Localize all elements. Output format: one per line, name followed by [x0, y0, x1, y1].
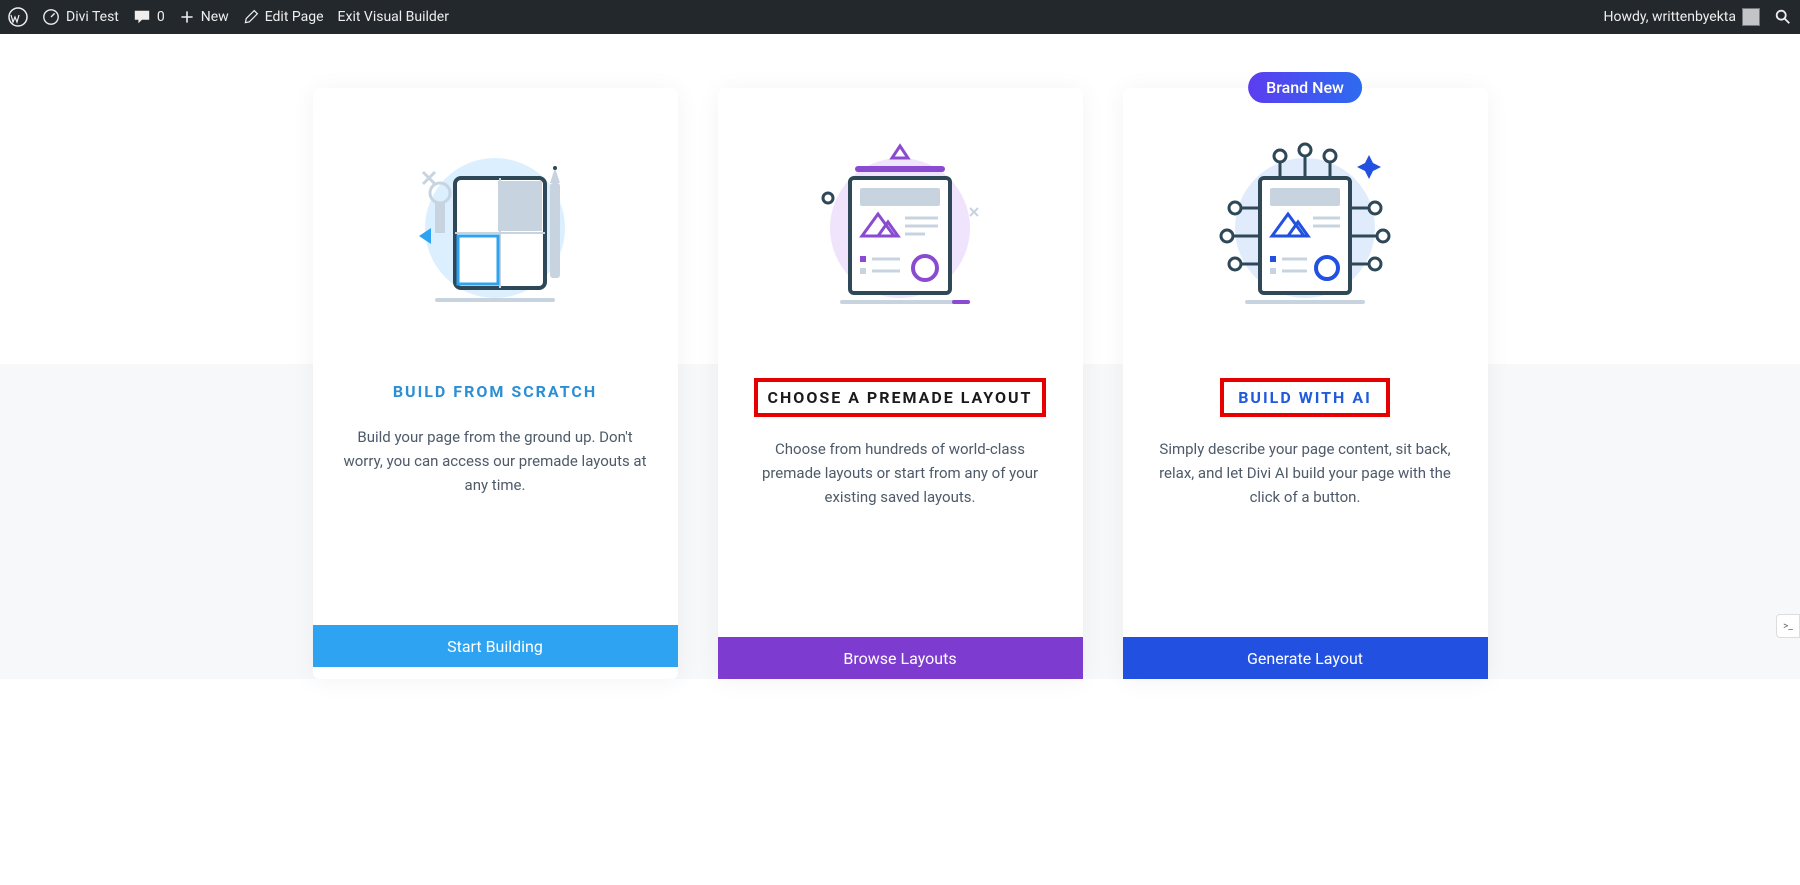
wp-logo[interactable]	[8, 7, 28, 27]
comments-count: 0	[157, 9, 165, 25]
wp-admin-bar: Divi Test 0 New Edit Page Exit Visual Bu…	[0, 0, 1800, 34]
search-icon	[1774, 8, 1792, 26]
side-panel-toggle[interactable]: >_	[1776, 614, 1800, 638]
edit-page-label: Edit Page	[265, 9, 324, 25]
new-label: New	[201, 9, 229, 25]
exit-visual-builder-link[interactable]: Exit Visual Builder	[338, 9, 449, 25]
admin-bar-right: Howdy, writtenbyekta	[1603, 8, 1792, 26]
howdy-text: Howdy, writtenbyekta	[1603, 9, 1736, 25]
card-choose-premade-layout: CHOOSE A PREMADE LAYOUT Choose from hund…	[718, 88, 1083, 679]
ai-title: BUILD WITH AI	[1220, 378, 1390, 417]
dashboard-icon	[42, 8, 60, 26]
scratch-illustration	[313, 88, 678, 368]
premade-title: CHOOSE A PREMADE LAYOUT	[754, 378, 1047, 417]
site-link[interactable]: Divi Test	[42, 8, 119, 26]
edit-page-link[interactable]: Edit Page	[243, 9, 324, 25]
premade-illustration	[718, 88, 1083, 368]
plus-icon	[179, 9, 195, 25]
wordpress-icon	[8, 7, 28, 27]
new-content-link[interactable]: New	[179, 9, 229, 25]
card-build-with-ai: Brand New	[1123, 88, 1488, 679]
start-building-button[interactable]: Start Building	[313, 625, 678, 667]
brand-new-badge: Brand New	[1248, 72, 1362, 103]
my-account-link[interactable]: Howdy, writtenbyekta	[1603, 8, 1760, 26]
pencil-icon	[243, 9, 259, 25]
browse-layouts-button[interactable]: Browse Layouts	[718, 637, 1083, 679]
admin-bar-left: Divi Test 0 New Edit Page Exit Visual Bu…	[8, 7, 449, 27]
ai-illustration	[1123, 88, 1488, 368]
premade-desc: Choose from hundreds of world-class prem…	[718, 437, 1083, 509]
cards-row: BUILD FROM SCRATCH Build your page from …	[0, 34, 1800, 679]
exit-vb-label: Exit Visual Builder	[338, 9, 449, 25]
terminal-icon: >_	[1783, 621, 1793, 632]
onboarding-main: BUILD FROM SCRATCH Build your page from …	[0, 34, 1800, 679]
comments-link[interactable]: 0	[133, 8, 165, 26]
scratch-desc: Build your page from the ground up. Don'…	[313, 425, 678, 497]
comment-icon	[133, 8, 151, 26]
avatar	[1742, 8, 1760, 26]
card-build-from-scratch: BUILD FROM SCRATCH Build your page from …	[313, 88, 678, 679]
scratch-title: BUILD FROM SCRATCH	[337, 378, 654, 405]
site-title-text: Divi Test	[66, 9, 119, 25]
generate-layout-button[interactable]: Generate Layout	[1123, 637, 1488, 679]
search-toggle[interactable]	[1774, 8, 1792, 26]
ai-desc: Simply describe your page content, sit b…	[1123, 437, 1488, 509]
